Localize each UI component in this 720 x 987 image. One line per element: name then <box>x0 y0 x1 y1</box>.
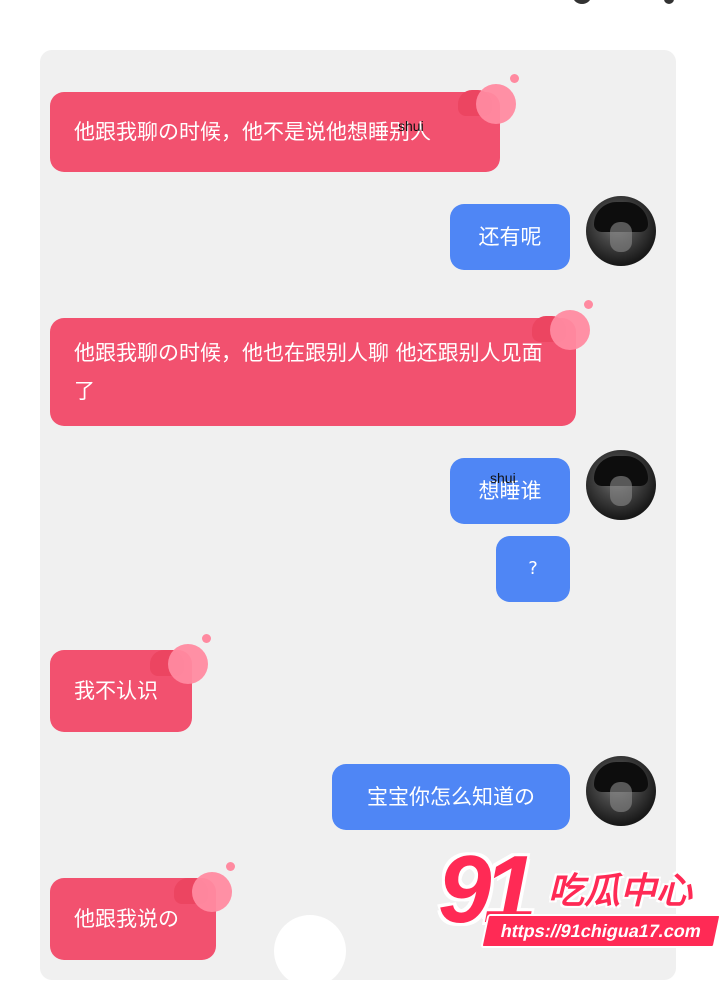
message-bubble-outgoing[interactable]: 还有呢 <box>450 204 570 270</box>
message-bubble-outgoing[interactable]: ? <box>496 536 570 602</box>
avatar[interactable] <box>586 756 656 826</box>
battery-icon <box>664 0 674 4</box>
annotation-text: shui <box>490 470 516 486</box>
status-icons <box>560 0 700 10</box>
message-bubble-outgoing[interactable]: 想睡谁 <box>450 458 570 524</box>
hearts-decoration-icon <box>174 862 244 930</box>
message-bubble-incoming[interactable]: 他跟我聊の时候，他不是说他想睡别人 <box>50 92 500 172</box>
avatar[interactable] <box>586 450 656 520</box>
watermark-logo-name: 吃瓜中心 <box>548 871 693 912</box>
annotation-text: shui <box>398 118 424 134</box>
avatar[interactable] <box>586 196 656 266</box>
message-text: 他跟我聊の时候，他也在跟别人聊 他还跟别人见面了 <box>74 341 543 403</box>
watermark-url: https://91chigua17.com <box>480 914 720 948</box>
message-text: 宝宝你怎么知道の <box>367 785 535 809</box>
hearts-decoration-icon <box>150 634 220 702</box>
hearts-decoration-icon <box>532 300 602 368</box>
message-text: ? <box>528 558 538 579</box>
message-text: 还有呢 <box>478 225 542 249</box>
chat-panel[interactable]: 他跟我聊の时候，他不是说他想睡别人 shui 还有呢 他跟我聊の时候，他也在跟别… <box>40 50 676 980</box>
message-bubble-incoming[interactable]: 他跟我聊の时候，他也在跟别人聊 他还跟别人见面了 <box>50 318 576 426</box>
message-bubble-outgoing[interactable]: 宝宝你怎么知道の <box>332 764 570 830</box>
home-button[interactable] <box>274 915 346 987</box>
signal-icon <box>572 0 592 4</box>
hearts-decoration-icon <box>458 74 528 142</box>
